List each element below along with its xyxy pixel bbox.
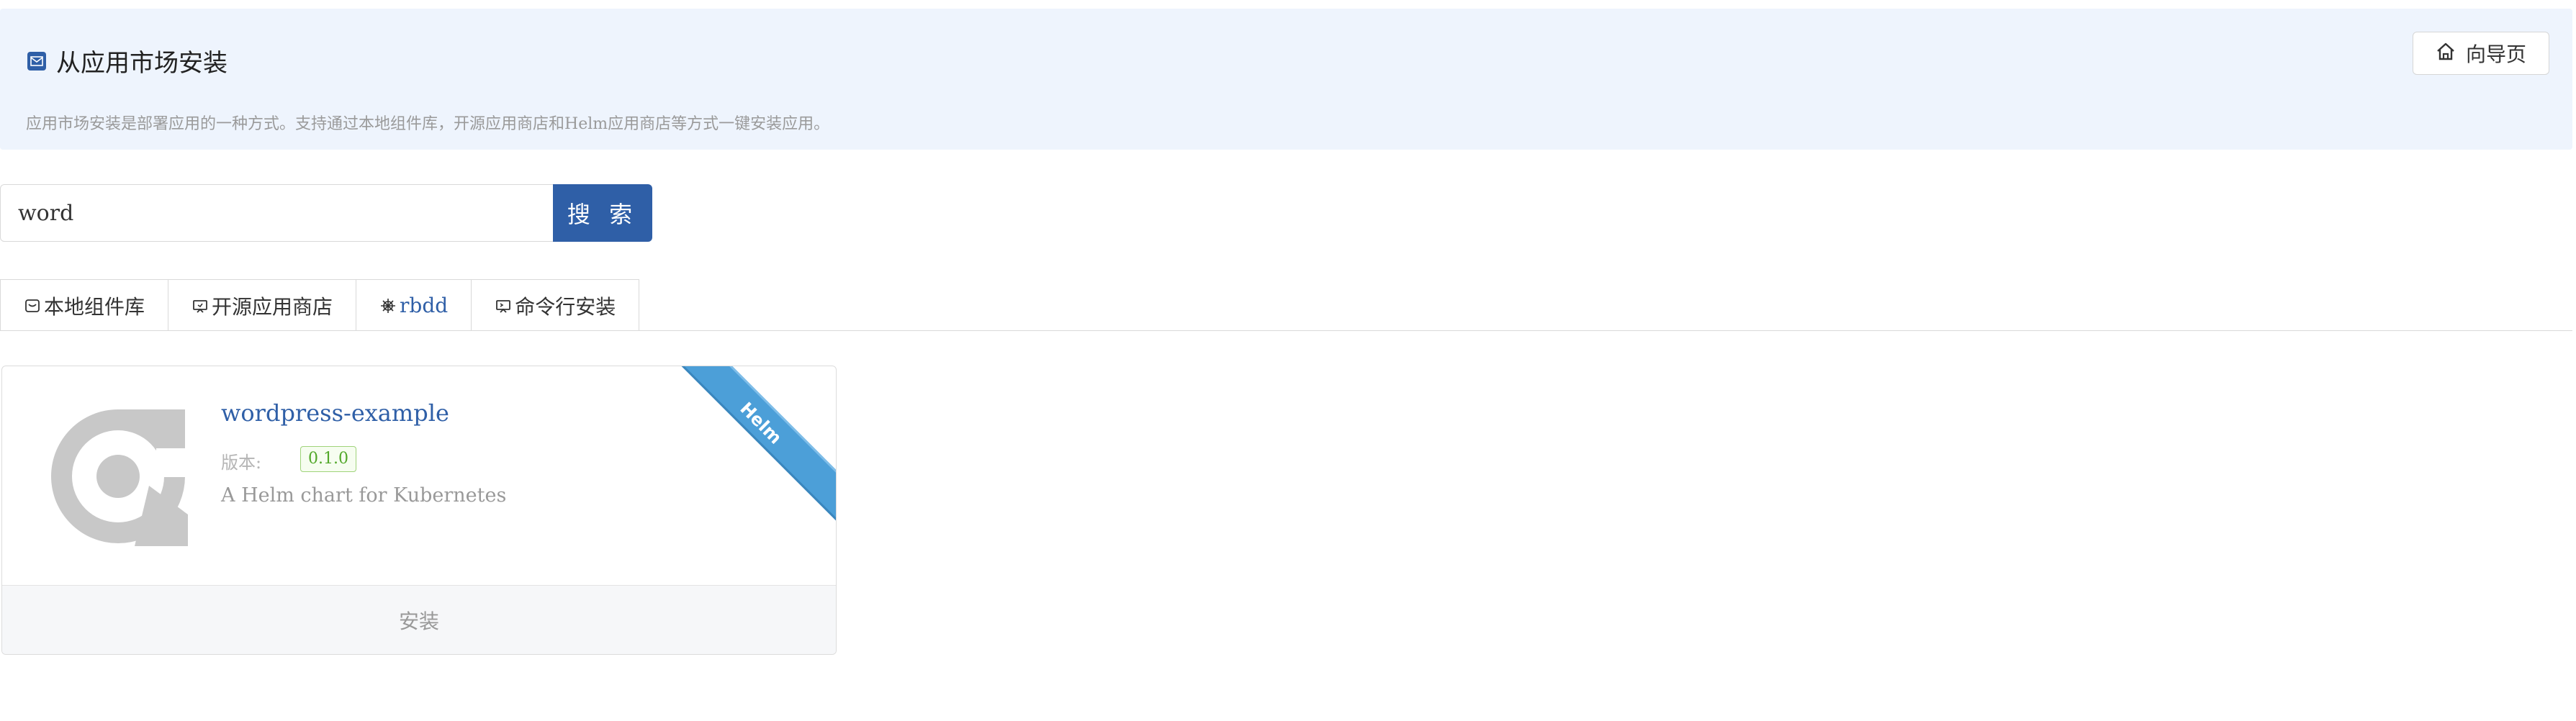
tab-rbdd[interactable]: rbdd xyxy=(356,279,472,331)
app-description: A Helm chart for Kubernetes xyxy=(221,484,507,507)
app-card: wordpress-example 版本: 0.1.0 A Helm chart… xyxy=(1,366,837,655)
tab-label: 开源应用商店 xyxy=(212,294,333,319)
mail-icon xyxy=(27,51,46,71)
helm-wheel-icon xyxy=(379,297,397,314)
tab-local-library[interactable]: 本地组件库 xyxy=(0,279,169,331)
search-input[interactable] xyxy=(0,184,554,242)
helm-ribbon: Helm xyxy=(642,366,836,542)
install-button[interactable]: 安装 xyxy=(2,585,836,654)
tab-divider xyxy=(0,330,2572,331)
version-badge: 0.1.0 xyxy=(300,446,356,472)
tab-label: rbdd xyxy=(400,294,449,317)
source-tabs: 本地组件库 开源应用商店 rbdd 命令行安装 xyxy=(0,279,640,331)
guide-button-label: 向导页 xyxy=(2465,42,2526,66)
tab-command-line[interactable]: 命令行安装 xyxy=(471,279,640,331)
store-icon xyxy=(192,297,209,314)
tab-open-store[interactable]: 开源应用商店 xyxy=(168,279,357,331)
version-label: 版本: xyxy=(221,453,262,473)
header-title-row: 从应用市场安装 xyxy=(27,43,228,78)
tab-label: 命令行安装 xyxy=(515,294,616,319)
header-panel: 从应用市场安装 向导页 应用市场安装是部署应用的一种方式。支持通过本地组件库，开… xyxy=(0,9,2572,150)
terminal-icon xyxy=(495,297,512,314)
app-name-link[interactable]: wordpress-example xyxy=(221,399,449,427)
guide-button[interactable]: 向导页 xyxy=(2413,32,2549,75)
home-icon xyxy=(2436,42,2466,65)
app-logo-icon xyxy=(48,407,188,546)
local-library-icon xyxy=(24,297,41,314)
page-title: 从应用市场安装 xyxy=(56,49,228,78)
search-button[interactable]: 搜 索 xyxy=(553,184,652,242)
header-description: 应用市场安装是部署应用的一种方式。支持通过本地组件库，开源应用商店和Helm应用… xyxy=(26,115,830,133)
tab-label: 本地组件库 xyxy=(44,294,145,319)
